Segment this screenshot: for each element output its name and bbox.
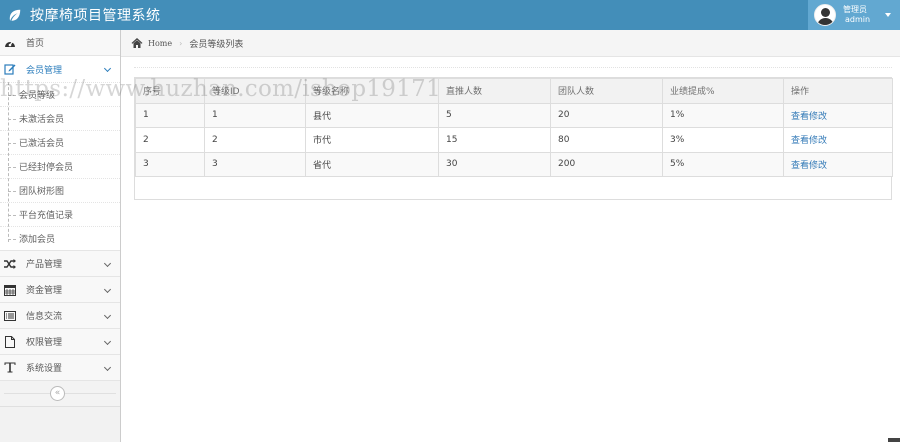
random-icon bbox=[4, 258, 16, 270]
table-cell: 5 bbox=[438, 102, 551, 128]
sidebar-item-settings[interactable]: 系统设置 bbox=[0, 355, 120, 381]
breadcrumb: Home › 会员等级列表 bbox=[121, 30, 900, 57]
member-level-table-container: 序号 等级ID 等级名称 直推人数 团队人数 业绩提成% 操作 1 1 县代 5… bbox=[134, 77, 893, 200]
table-cell: 80 bbox=[550, 127, 663, 153]
column-header[interactable]: 直推人数 bbox=[438, 78, 551, 104]
sidebar-item-label: 资金管理 bbox=[26, 286, 63, 296]
submenu-item-inactive-members[interactable]: 未激活会员 bbox=[0, 106, 120, 130]
table-cell: 3 bbox=[135, 151, 205, 177]
view-edit-link[interactable]: 查看修改 bbox=[791, 112, 827, 122]
sidebar-item-products[interactable]: 产品管理 bbox=[0, 251, 120, 277]
submenu-item-add-member[interactable]: 添加会员 bbox=[0, 226, 120, 250]
submenu-item-team-tree[interactable]: 团队树形图 bbox=[0, 178, 120, 202]
view-edit-link[interactable]: 查看修改 bbox=[791, 161, 827, 171]
sidebar-item-home[interactable]: 首页 bbox=[0, 30, 120, 56]
table-row: 3 3 省代 30 200 5% 查看修改 bbox=[135, 151, 893, 177]
table-cell: 15 bbox=[438, 127, 551, 153]
table-row: 1 1 县代 5 20 1% 查看修改 bbox=[135, 102, 893, 128]
submenu-item-banned-members[interactable]: 已经封停会员 bbox=[0, 154, 120, 178]
table-cell: 市代 bbox=[305, 127, 439, 153]
table-cell: 1 bbox=[135, 102, 205, 128]
page-header-divider bbox=[134, 67, 892, 68]
sidebar: 首页 会员管理 会员等级 未激活会员 已激活会员 已经封停会员 团队树形图 平台… bbox=[0, 30, 121, 442]
table-cell: 5% bbox=[662, 151, 784, 177]
column-header[interactable]: 业绩提成% bbox=[662, 78, 784, 104]
view-edit-link[interactable]: 查看修改 bbox=[791, 136, 827, 146]
user-name: admin bbox=[845, 15, 871, 24]
dashboard-icon bbox=[4, 37, 16, 49]
chevron-down-icon bbox=[103, 311, 112, 320]
column-header: 操作 bbox=[783, 78, 893, 104]
table-cell: 200 bbox=[550, 151, 663, 177]
submenu-members: 会员等级 未激活会员 已激活会员 已经封停会员 团队树形图 平台充值记录 添加会… bbox=[0, 82, 120, 251]
table-header-row: 序号 等级ID 等级名称 直推人数 团队人数 业绩提成% 操作 bbox=[135, 78, 893, 104]
chevron-down-icon bbox=[103, 363, 112, 372]
sidebar-item-messages[interactable]: 信息交流 bbox=[0, 303, 120, 329]
column-header[interactable]: 等级名称 bbox=[305, 78, 439, 104]
user-menu[interactable]: 管理员 admin bbox=[808, 0, 900, 30]
sidebar-item-members[interactable]: 会员管理 bbox=[0, 56, 120, 82]
table-cell: 查看修改 bbox=[783, 102, 893, 128]
breadcrumb-separator: › bbox=[179, 38, 183, 48]
caret-down-icon bbox=[885, 13, 891, 17]
table-cell: 1% bbox=[662, 102, 784, 128]
sidebar-item-label: 权限管理 bbox=[26, 338, 63, 348]
table-row: 2 2 市代 15 80 3% 查看修改 bbox=[135, 127, 893, 153]
breadcrumb-current: 会员等级列表 bbox=[189, 39, 244, 50]
avatar bbox=[814, 4, 836, 26]
text-icon bbox=[4, 362, 16, 374]
breadcrumb-home-link[interactable]: Home bbox=[148, 39, 172, 48]
column-header[interactable]: 序号 bbox=[135, 78, 205, 104]
sidebar-item-funds[interactable]: 资金管理 bbox=[0, 277, 120, 303]
sidebar-item-label: 产品管理 bbox=[26, 260, 63, 270]
list-icon bbox=[4, 310, 16, 322]
corner-marker bbox=[888, 438, 900, 442]
brand[interactable]: 按摩椅项目管理系统 bbox=[8, 5, 161, 25]
calendar-icon bbox=[4, 284, 16, 296]
table-cell: 查看修改 bbox=[783, 127, 893, 153]
sidebar-collapse-bar: « bbox=[0, 381, 120, 407]
table-cell: 3 bbox=[204, 151, 306, 177]
table-cell: 2 bbox=[204, 127, 306, 153]
sidebar-item-label: 系统设置 bbox=[26, 364, 63, 374]
table-cell: 2 bbox=[135, 127, 205, 153]
table-cell: 1 bbox=[204, 102, 306, 128]
table-cell: 查看修改 bbox=[783, 151, 893, 177]
column-header[interactable]: 等级ID bbox=[204, 78, 306, 104]
home-icon bbox=[131, 38, 143, 48]
table-cell: 20 bbox=[550, 102, 663, 128]
leaf-icon bbox=[9, 9, 21, 21]
table-cell: 县代 bbox=[305, 102, 439, 128]
top-navbar: 按摩椅项目管理系统 管理员 admin bbox=[0, 0, 900, 30]
sidebar-item-label: 首页 bbox=[26, 39, 45, 49]
sidebar-item-label: 信息交流 bbox=[26, 312, 63, 322]
app-title: 按摩椅项目管理系统 bbox=[30, 8, 161, 24]
member-level-table: 序号 等级ID 等级名称 直推人数 团队人数 业绩提成% 操作 1 1 县代 5… bbox=[135, 78, 893, 177]
chevron-down-icon bbox=[103, 64, 112, 73]
submenu-item-member-levels[interactable]: 会员等级 bbox=[0, 82, 120, 106]
sidebar-item-permissions[interactable]: 权限管理 bbox=[0, 329, 120, 355]
chevron-down-icon bbox=[103, 285, 112, 294]
table-cell: 30 bbox=[438, 151, 551, 177]
edit-icon bbox=[4, 63, 16, 75]
user-welcome: 管理员 bbox=[843, 5, 867, 14]
table-cell: 3% bbox=[662, 127, 784, 153]
table-cell: 省代 bbox=[305, 151, 439, 177]
double-angle-left-icon[interactable]: « bbox=[50, 386, 65, 401]
sidebar-item-label: 会员管理 bbox=[26, 65, 63, 76]
submenu-item-recharge-records[interactable]: 平台充值记录 bbox=[0, 202, 120, 226]
file-icon bbox=[4, 335, 16, 348]
column-header[interactable]: 团队人数 bbox=[550, 78, 663, 104]
submenu-item-active-members[interactable]: 已激活会员 bbox=[0, 130, 120, 154]
chevron-down-icon bbox=[103, 259, 112, 268]
chevron-down-icon bbox=[103, 337, 112, 346]
